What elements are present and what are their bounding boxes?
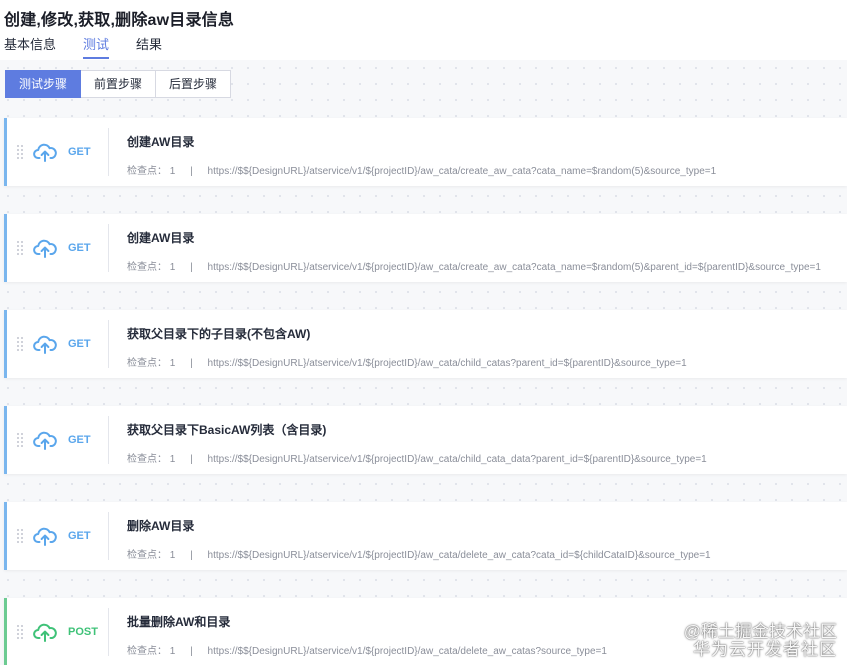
checkpoint-count: 1 bbox=[169, 646, 176, 657]
step-title: 创建AW目录 bbox=[127, 135, 195, 149]
request-url: https://$${DesignURL}/atservice/v1/${pro… bbox=[207, 358, 687, 369]
meta-separator: | bbox=[190, 550, 193, 561]
http-method-badge: POST bbox=[68, 626, 98, 638]
divider bbox=[108, 224, 109, 272]
http-method-badge: GET bbox=[68, 146, 91, 158]
checkpoint-count: 1 bbox=[169, 358, 176, 369]
post-steps-button[interactable]: 后置步骤 bbox=[156, 70, 232, 98]
step-title: 删除AW目录 bbox=[127, 519, 195, 533]
step-meta: 检查点： 1 | https://$${DesignURL}/atservice… bbox=[127, 162, 716, 177]
page: 创建,修改,获取,删除aw目录信息 基本信息 测试 结果 测试步骤 前置步骤 后… bbox=[0, 0, 847, 665]
step-title: 创建AW目录 bbox=[127, 231, 195, 245]
tab-basic-info[interactable]: 基本信息 bbox=[4, 36, 56, 56]
tab-test[interactable]: 测试 bbox=[83, 36, 110, 59]
step-card[interactable]: POST 批量删除AW和目录 检查点： 1 | https://$${Desig… bbox=[4, 598, 847, 665]
drag-handle-icon[interactable] bbox=[17, 145, 25, 159]
checkpoint-label: 检查点： bbox=[127, 454, 167, 465]
checkpoint-label: 检查点： bbox=[127, 262, 167, 273]
request-url: https://$${DesignURL}/atservice/v1/${pro… bbox=[207, 646, 607, 657]
page-title: 创建,修改,获取,删除aw目录信息 bbox=[4, 12, 235, 29]
cloud-upload-icon bbox=[33, 623, 57, 642]
cloud-upload-icon bbox=[33, 335, 57, 354]
checkpoint-label: 检查点： bbox=[127, 358, 167, 369]
request-url: https://$${DesignURL}/atservice/v1/${pro… bbox=[207, 454, 707, 465]
checkpoint-count: 1 bbox=[169, 550, 176, 561]
divider bbox=[108, 128, 109, 176]
step-meta: 检查点： 1 | https://$${DesignURL}/atservice… bbox=[127, 546, 711, 561]
step-meta: 检查点： 1 | https://$${DesignURL}/atservice… bbox=[127, 450, 707, 465]
tab-result[interactable]: 结果 bbox=[136, 36, 162, 56]
meta-separator: | bbox=[190, 454, 193, 465]
divider bbox=[108, 608, 109, 656]
step-card[interactable]: GET 获取父目录下BasicAW列表（含目录) 检查点： 1 | https:… bbox=[4, 406, 847, 474]
cloud-upload-icon bbox=[33, 239, 57, 258]
http-method-badge: GET bbox=[68, 530, 91, 542]
step-type-switch: 测试步骤 前置步骤 后置步骤 bbox=[5, 70, 232, 98]
cloud-upload-icon bbox=[33, 527, 57, 546]
checkpoint-label: 检查点： bbox=[127, 646, 167, 657]
meta-separator: | bbox=[190, 166, 193, 177]
checkpoint-count: 1 bbox=[169, 166, 176, 177]
drag-handle-icon[interactable] bbox=[17, 433, 25, 447]
drag-handle-icon[interactable] bbox=[17, 625, 25, 639]
meta-separator: | bbox=[190, 358, 193, 369]
http-method-badge: GET bbox=[68, 338, 91, 350]
pre-steps-button[interactable]: 前置步骤 bbox=[81, 70, 157, 98]
request-url: https://$${DesignURL}/atservice/v1/${pro… bbox=[207, 166, 717, 177]
checkpoint-count: 1 bbox=[169, 262, 176, 273]
meta-separator: | bbox=[190, 262, 193, 273]
test-steps-button[interactable]: 测试步骤 bbox=[5, 70, 82, 98]
request-url: https://$${DesignURL}/atservice/v1/${pro… bbox=[207, 262, 821, 273]
test-steps-panel: 测试步骤 前置步骤 后置步骤 GET 创建AW目录 检查点： 1 | https… bbox=[0, 60, 847, 665]
checkpoint-label: 检查点： bbox=[127, 166, 167, 177]
step-card[interactable]: GET 获取父目录下的子目录(不包含AW) 检查点： 1 | https://$… bbox=[4, 310, 847, 378]
drag-handle-icon[interactable] bbox=[17, 337, 25, 351]
http-method-badge: GET bbox=[68, 434, 91, 446]
divider bbox=[108, 320, 109, 368]
http-method-badge: GET bbox=[68, 242, 91, 254]
divider bbox=[108, 512, 109, 560]
step-meta: 检查点： 1 | https://$${DesignURL}/atservice… bbox=[127, 354, 687, 369]
cloud-upload-icon bbox=[33, 143, 57, 162]
tab-bar: 基本信息 测试 结果 bbox=[4, 36, 189, 60]
step-title: 批量删除AW和目录 bbox=[127, 615, 231, 629]
drag-handle-icon[interactable] bbox=[17, 241, 25, 255]
checkpoint-label: 检查点： bbox=[127, 550, 167, 561]
step-card[interactable]: GET 创建AW目录 检查点： 1 | https://$${DesignURL… bbox=[4, 118, 847, 186]
meta-separator: | bbox=[190, 646, 193, 657]
step-card[interactable]: GET 删除AW目录 检查点： 1 | https://$${DesignURL… bbox=[4, 502, 847, 570]
drag-handle-icon[interactable] bbox=[17, 529, 25, 543]
step-card[interactable]: GET 创建AW目录 检查点： 1 | https://$${DesignURL… bbox=[4, 214, 847, 282]
checkpoint-count: 1 bbox=[169, 454, 176, 465]
step-meta: 检查点： 1 | https://$${DesignURL}/atservice… bbox=[127, 642, 607, 657]
step-title: 获取父目录下BasicAW列表（含目录) bbox=[127, 423, 327, 437]
request-url: https://$${DesignURL}/atservice/v1/${pro… bbox=[207, 550, 711, 561]
cloud-upload-icon bbox=[33, 431, 57, 450]
step-meta: 检查点： 1 | https://$${DesignURL}/atservice… bbox=[127, 258, 821, 273]
divider bbox=[108, 416, 109, 464]
step-title: 获取父目录下的子目录(不包含AW) bbox=[127, 327, 311, 341]
